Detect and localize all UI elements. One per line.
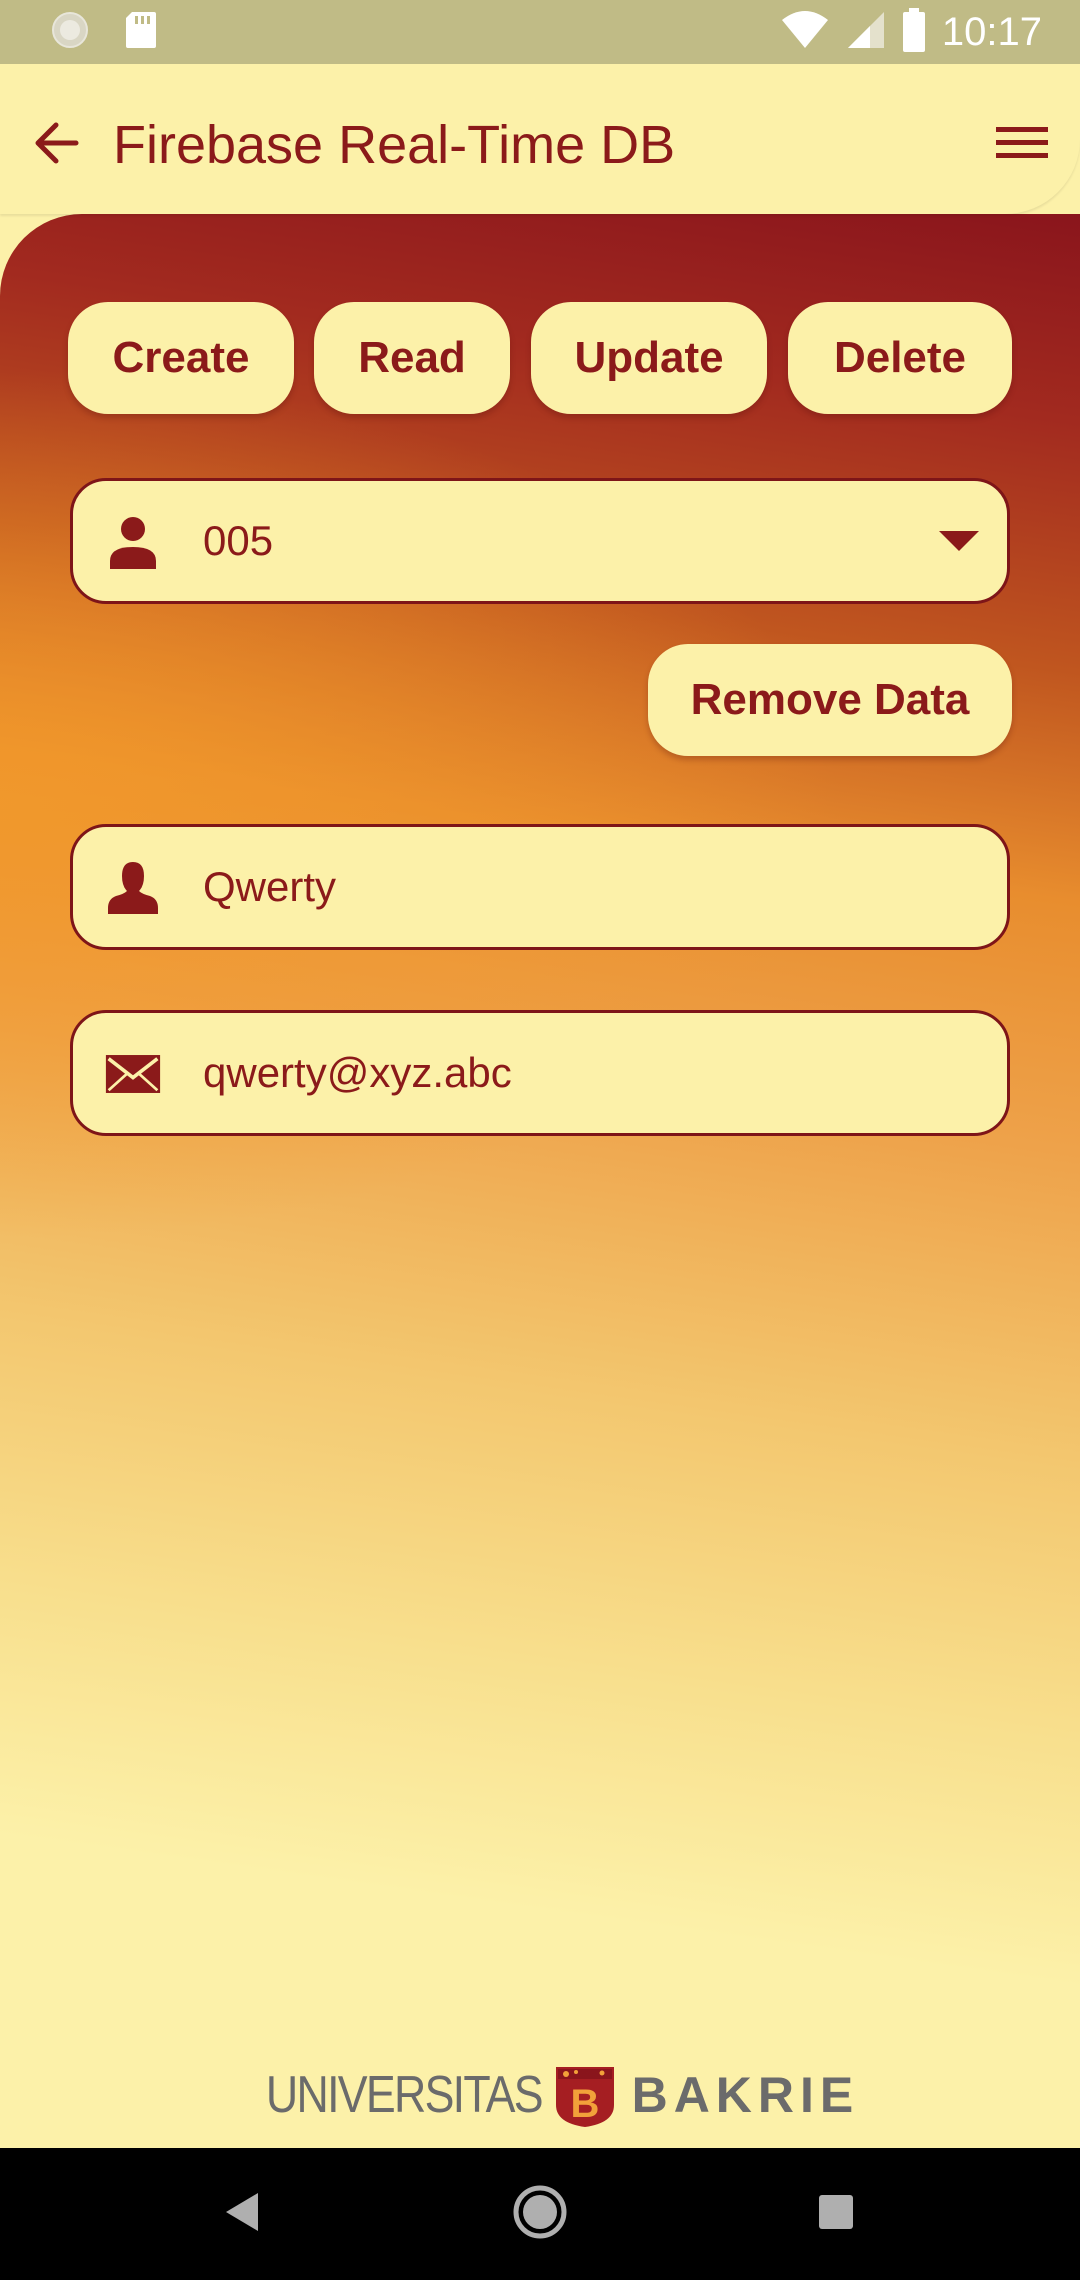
create-button[interactable]: Create [68,302,294,414]
battery-icon [902,7,926,57]
back-button[interactable] [28,117,84,173]
nav-home-button[interactable] [510,2184,570,2244]
wifi-icon [780,10,830,55]
id-selected-value: 005 [203,517,274,564]
content-panel: Create Read Update Delete 005 Remove Dat… [0,214,1080,2148]
status-bar: 10:17 [0,0,1080,64]
name-field[interactable]: Qwerty [70,824,1010,950]
circle-notification-icon [50,10,90,55]
nav-back-button[interactable] [212,2184,272,2244]
menu-button[interactable] [992,117,1052,173]
id-dropdown[interactable]: 005 [70,478,1010,604]
hamburger-menu-icon [996,123,1048,168]
envelope-icon [105,1046,161,1102]
remove-data-button[interactable]: Remove Data [648,644,1012,756]
name-value: Qwerty [203,863,337,910]
email-value: qwerty@xyz.abc [203,1049,512,1096]
cell-signal-icon [846,10,886,55]
system-nav-bar [0,2148,1080,2280]
footer-logo: UNIVERSITAS B BAKRIE [0,2040,1080,2150]
caret-down-icon[interactable] [937,527,981,555]
person-silhouette-icon [105,860,161,916]
sd-card-icon [124,10,158,55]
status-right-icons: 10:17 [780,7,1042,57]
logo-text-right: BAKRIE [631,2067,860,2123]
arrow-back-icon [32,121,80,170]
status-time: 10:17 [941,9,1042,54]
circle-home-icon [512,2184,568,2245]
square-recents-icon [817,2193,855,2236]
read-button[interactable]: Read [314,302,510,414]
triangle-back-icon [222,2191,262,2238]
person-icon [105,514,161,570]
status-left-icons [50,10,158,55]
app-bar: Firebase Real-Time DB [0,64,1080,214]
update-button[interactable]: Update [531,302,767,414]
nav-recents-button[interactable] [806,2184,866,2244]
university-logo-icon: B [552,2061,618,2129]
delete-button[interactable]: Delete [788,302,1012,414]
email-field[interactable]: qwerty@xyz.abc [70,1010,1010,1136]
page-title: Firebase Real-Time DB [113,115,676,175]
svg-text:B: B [570,2082,599,2126]
logo-text-left: UNIVERSITAS [265,2066,544,2124]
